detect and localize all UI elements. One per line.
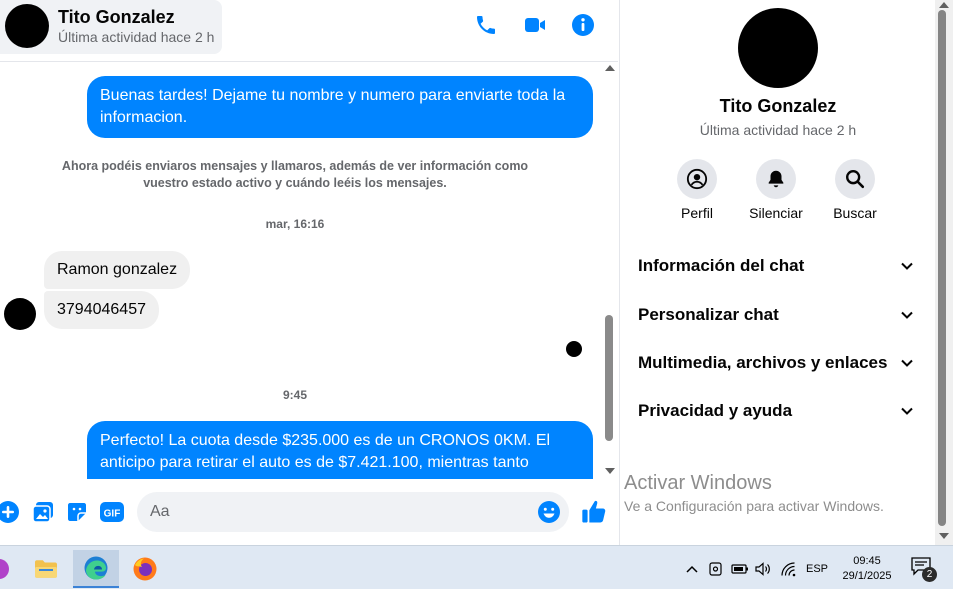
section-media-files-links[interactable]: Multimedia, archivos y enlaces [628, 343, 924, 383]
message-composer: GIF [0, 479, 618, 545]
mute-action-label: Silenciar [749, 205, 803, 221]
windows-taskbar: ESP 09:45 29/1/2025 2 [0, 545, 953, 589]
clock-date: 29/1/2025 [842, 570, 892, 582]
contact-status: Última actividad hace 2 h [58, 29, 215, 45]
search-icon [846, 170, 865, 189]
volume-button[interactable] [754, 560, 772, 578]
section-label: Multimedia, archivos y enlaces [638, 353, 888, 372]
profile-avatar[interactable] [738, 8, 818, 88]
profile-action-button[interactable]: Perfil [657, 159, 737, 221]
speaker-icon [755, 562, 770, 576]
outgoing-message[interactable]: Buenas tardes! Dejame tu nombre y numero… [87, 76, 593, 138]
contact-header-button[interactable]: Tito Gonzalez Última actividad hace 2 h [0, 0, 222, 54]
sender-avatar[interactable] [4, 298, 36, 330]
gif-label: GIF [104, 509, 121, 520]
notification-count-badge: 2 [922, 567, 937, 582]
section-customize-chat[interactable]: Personalizar chat [628, 295, 924, 335]
incoming-message[interactable]: Ramon gonzalez [44, 251, 191, 289]
sticker-icon [68, 503, 86, 521]
taskbar-file-explorer[interactable] [23, 550, 69, 588]
taskbar-firefox-browser[interactable] [122, 550, 168, 588]
message-list-scrollbar[interactable] [603, 62, 618, 479]
taskbar-app-partial[interactable] [0, 550, 22, 588]
bell-icon [768, 170, 784, 188]
privacy-notice: Ahora podéis enviaros mensajes y llamaro… [61, 159, 529, 190]
battery-status-button[interactable] [731, 560, 749, 578]
contact-name: Tito Gonzalez [58, 7, 175, 27]
taskbar-edge-browser[interactable] [73, 550, 119, 588]
conversation-info-panel: Tito Gonzalez Última actividad hace 2 h … [619, 0, 935, 545]
chevron-up-icon [686, 565, 698, 573]
voice-call-button[interactable] [473, 12, 499, 38]
network-button[interactable] [780, 560, 798, 578]
search-action-label: Buscar [833, 205, 877, 221]
image-icon [32, 502, 53, 523]
battery-icon [731, 564, 748, 574]
video-call-button[interactable] [522, 12, 548, 38]
scroll-up-arrow-icon[interactable] [939, 2, 949, 8]
activate-windows-subtitle: Ve a Configuración para activar Windows. [624, 498, 884, 514]
scroll-down-arrow-icon[interactable] [939, 533, 949, 539]
profile-status: Última actividad hace 2 h [699, 122, 857, 138]
plus-circle-icon [0, 501, 19, 523]
gif-icon: GIF [100, 502, 124, 522]
app-icon [0, 559, 9, 579]
section-label: Información del chat [638, 256, 805, 275]
search-action-button[interactable]: Buscar [815, 159, 895, 221]
clock-time: 09:45 [853, 555, 881, 567]
mute-action-button[interactable]: Silenciar [736, 159, 816, 221]
input-language-indicator[interactable]: ESP [806, 563, 828, 575]
seen-indicator-avatar [566, 341, 582, 357]
chevron-down-icon [901, 359, 913, 367]
message-timestamp: mar, 16:16 [265, 217, 325, 231]
section-label: Personalizar chat [638, 305, 779, 324]
notification-center-button[interactable]: 2 [910, 556, 938, 582]
scrollbar-thumb[interactable] [605, 315, 613, 441]
chevron-down-icon [901, 311, 913, 319]
sticker-button[interactable] [64, 499, 90, 525]
scrollbar-thumb[interactable] [938, 10, 946, 526]
folder-icon [35, 560, 57, 578]
show-hidden-icons-button[interactable] [683, 560, 701, 578]
activate-windows-title: Activar Windows [624, 472, 772, 494]
meet-now-button[interactable] [707, 560, 725, 578]
profile-action-label: Perfil [681, 205, 713, 221]
firefox-icon [133, 557, 157, 581]
wifi-icon [781, 562, 796, 577]
message-timestamp: 9:45 [282, 388, 308, 402]
info-icon [572, 14, 594, 36]
thumbs-up-icon[interactable] [580, 498, 608, 526]
contact-avatar[interactable] [5, 4, 49, 48]
section-label: Privacidad y ayuda [638, 401, 793, 420]
phone-icon [477, 16, 495, 34]
page-scrollbar[interactable] [935, 0, 953, 545]
message-list[interactable]: Buenas tardes! Dejame tu nombre y numero… [0, 62, 603, 479]
gif-button[interactable]: GIF [99, 499, 125, 525]
video-camera-icon [525, 18, 545, 32]
outgoing-message[interactable]: Perfecto! La cuota desde $235.000 es de … [87, 421, 593, 479]
attach-image-button[interactable] [30, 499, 56, 525]
camera-icon [709, 562, 722, 576]
incoming-message[interactable]: 3794046457 [44, 291, 159, 329]
scroll-down-arrow-icon[interactable] [605, 468, 615, 474]
user-circle-icon [686, 168, 708, 190]
section-chat-info[interactable]: Información del chat [628, 246, 924, 286]
emoji-icon[interactable] [537, 500, 561, 524]
chevron-down-icon [901, 407, 913, 415]
profile-name: Tito Gonzalez [719, 96, 837, 116]
system-clock[interactable]: 09:45 29/1/2025 [835, 554, 899, 584]
edge-browser-icon [84, 556, 108, 580]
message-input-container [137, 492, 569, 532]
message-input[interactable] [150, 492, 530, 532]
chevron-down-icon [901, 262, 913, 270]
section-privacy-help[interactable]: Privacidad y ayuda [628, 391, 924, 431]
chat-header: Tito Gonzalez Última actividad hace 2 h [0, 0, 618, 62]
conversation-info-button[interactable] [570, 12, 596, 38]
scroll-up-arrow-icon[interactable] [605, 65, 615, 71]
more-actions-button[interactable] [0, 499, 21, 525]
